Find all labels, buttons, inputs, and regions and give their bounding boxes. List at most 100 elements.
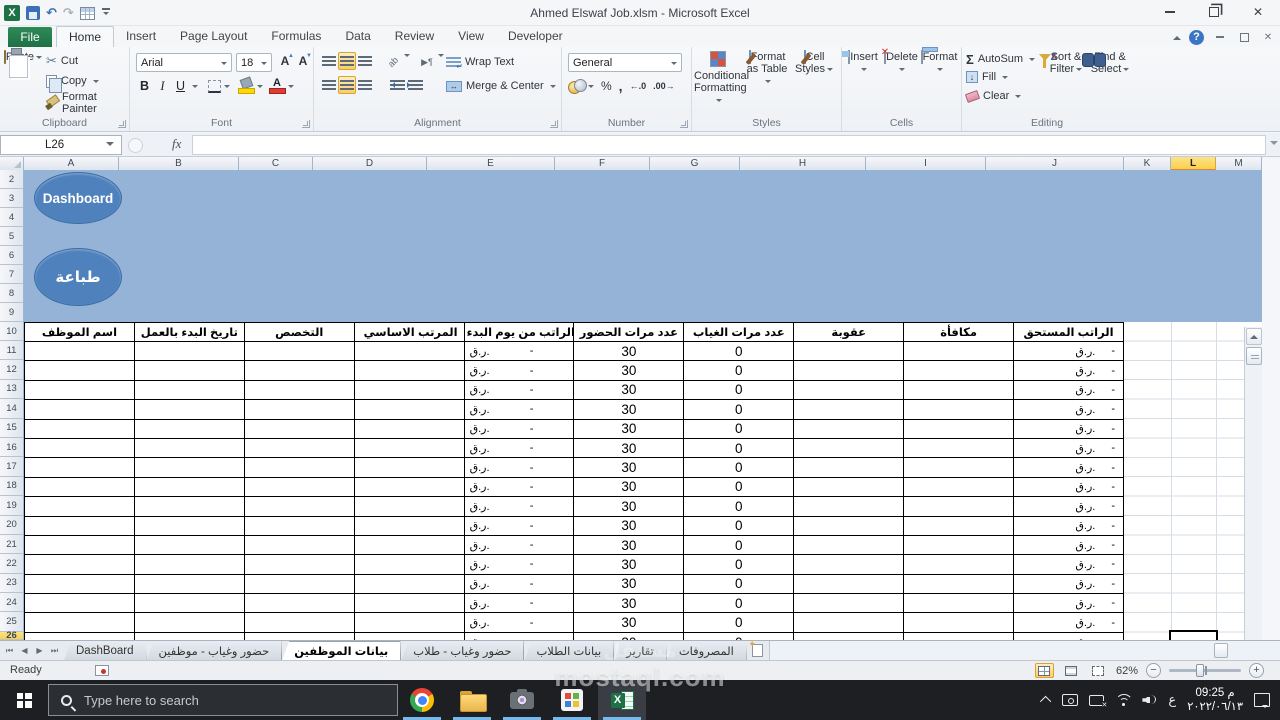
cell-I19[interactable]	[903, 496, 1015, 517]
workbook-minimize-icon[interactable]	[1212, 30, 1228, 44]
cell-F11[interactable]: 30	[573, 340, 685, 362]
cell-F12[interactable]: 30	[573, 360, 685, 381]
selected-cell-L26[interactable]	[1169, 630, 1218, 640]
font-name-combo[interactable]: Arial	[136, 53, 232, 72]
align-right-icon[interactable]	[356, 76, 374, 94]
cell-A26[interactable]	[24, 631, 135, 640]
cell-H14[interactable]	[793, 399, 905, 420]
cell-E20[interactable]: ر.ق. -	[463, 515, 575, 536]
cell-D25[interactable]	[353, 612, 465, 633]
first-sheet-icon[interactable]: ⏮	[3, 643, 16, 658]
column-header-G[interactable]: G	[650, 157, 740, 170]
delete-cells-button[interactable]: Delete	[882, 50, 920, 75]
copy-button[interactable]: Copy	[46, 72, 99, 93]
sheet-tab-0[interactable]: DashBoard	[64, 641, 147, 660]
sheet-tab-5[interactable]: تقارير	[614, 641, 667, 660]
cell-B12[interactable]	[133, 360, 245, 381]
cell-D24[interactable]	[353, 593, 465, 614]
vertical-scroll-thumb[interactable]	[1246, 347, 1262, 365]
cell-G24[interactable]: 0	[683, 593, 795, 614]
horizontal-scroll-thumb[interactable]	[1214, 643, 1228, 658]
cell-F21[interactable]: 30	[573, 534, 685, 556]
row-header-24[interactable]: 24	[0, 593, 23, 613]
cell-D21[interactable]	[353, 534, 465, 556]
format-cells-button[interactable]: Format	[920, 50, 958, 75]
insert-cells-button[interactable]: Insert	[844, 50, 882, 75]
page-layout-view-icon[interactable]	[1062, 663, 1081, 678]
tab-data[interactable]: Data	[333, 26, 382, 47]
cell-J15[interactable]: ر.ق. -	[1013, 418, 1124, 439]
cell-D13[interactable]	[353, 379, 465, 401]
cell-I24[interactable]	[903, 593, 1015, 614]
cell-C26[interactable]	[243, 631, 355, 640]
dropdown-caret-icon[interactable]	[288, 85, 294, 91]
dialog-launcher-icon[interactable]	[302, 120, 310, 128]
cell-C14[interactable]	[243, 399, 355, 420]
cell-F20[interactable]: 30	[573, 515, 685, 536]
format-as-table-button[interactable]: Format as Table	[744, 50, 790, 87]
cell-H26[interactable]	[793, 631, 905, 640]
insert-function-circle[interactable]	[128, 138, 143, 153]
cell-G17[interactable]: 0	[683, 457, 795, 478]
dialog-launcher-icon[interactable]	[550, 120, 558, 128]
cell-H24[interactable]	[793, 593, 905, 614]
taskbar-search[interactable]	[48, 684, 398, 716]
minimize-ribbon-icon[interactable]	[1173, 32, 1181, 43]
cell-I12[interactable]	[903, 360, 1015, 381]
cell-F17[interactable]: 30	[573, 457, 685, 478]
formula-bar-expand-icon[interactable]	[1270, 141, 1278, 149]
tablet-mode-icon[interactable]	[1062, 694, 1079, 706]
row-header-4[interactable]: 4	[0, 208, 23, 227]
cell-C15[interactable]	[243, 418, 355, 439]
file-tab[interactable]: File	[8, 27, 52, 47]
cell-A23[interactable]	[24, 573, 135, 595]
cell-H18[interactable]	[793, 476, 905, 498]
cell-E12[interactable]: ر.ق. -	[463, 360, 575, 381]
sheet-tab-6[interactable]: المصروفات	[667, 641, 747, 660]
cell-G20[interactable]: 0	[683, 515, 795, 536]
cell-G25[interactable]: 0	[683, 612, 795, 633]
cell-A11[interactable]	[24, 340, 135, 362]
horizontal-scrollbar[interactable]	[768, 641, 1280, 660]
cell-B19[interactable]	[133, 496, 245, 517]
merge-center-button[interactable]: Merge & Center	[446, 77, 556, 95]
cell-A15[interactable]	[24, 418, 135, 439]
cell-B25[interactable]	[133, 612, 245, 633]
cell-J13[interactable]: ر.ق. -	[1013, 379, 1124, 401]
cell-B15[interactable]	[133, 418, 245, 439]
print-button[interactable]: طباعة	[34, 248, 122, 306]
cell-A12[interactable]	[24, 360, 135, 381]
cell-F25[interactable]: 30	[573, 612, 685, 633]
cell-F13[interactable]: 30	[573, 379, 685, 401]
zoom-slider[interactable]	[1169, 664, 1241, 677]
scroll-up-icon[interactable]	[1246, 328, 1262, 345]
cell-E23[interactable]: ر.ق. -	[463, 573, 575, 595]
sheet-tab-4[interactable]: بيانات الطلاب	[524, 641, 614, 660]
action-center-icon[interactable]	[1254, 693, 1270, 708]
cell-A22[interactable]	[24, 554, 135, 575]
cut-button[interactable]: Cut	[46, 52, 78, 70]
dashboard-button[interactable]: Dashboard	[34, 172, 122, 224]
cell-J17[interactable]: ر.ق. -	[1013, 457, 1124, 478]
minimize-button[interactable]	[1148, 0, 1192, 24]
grow-font-icon[interactable]: A	[276, 53, 294, 68]
cell-F14[interactable]: 30	[573, 399, 685, 420]
tab-formulas[interactable]: Formulas	[259, 26, 333, 47]
row-header-10[interactable]: 10	[0, 322, 23, 341]
column-header-A[interactable]: A	[24, 157, 119, 170]
cell-J11[interactable]: ر.ق. -	[1013, 340, 1124, 362]
column-header-B[interactable]: B	[119, 157, 239, 170]
cell-B20[interactable]	[133, 515, 245, 536]
name-box[interactable]: L26	[0, 135, 122, 155]
cell-I22[interactable]	[903, 554, 1015, 575]
row-header-14[interactable]: 14	[0, 399, 23, 419]
cell-D20[interactable]	[353, 515, 465, 536]
underline-button[interactable]: U	[172, 77, 189, 95]
workbook-close-icon[interactable]	[1260, 30, 1276, 44]
row-header-19[interactable]: 19	[0, 496, 23, 516]
taskbar-clock[interactable]: 09:25 م ٢٠٢٢/٠٦/١٣	[1187, 686, 1243, 714]
wrap-text-button[interactable]: Wrap Text	[446, 53, 514, 71]
cell-B26[interactable]	[133, 631, 245, 640]
sheet-tab-2[interactable]: بيانات الموظفين	[282, 641, 401, 660]
dropdown-caret-icon[interactable]	[257, 85, 263, 91]
